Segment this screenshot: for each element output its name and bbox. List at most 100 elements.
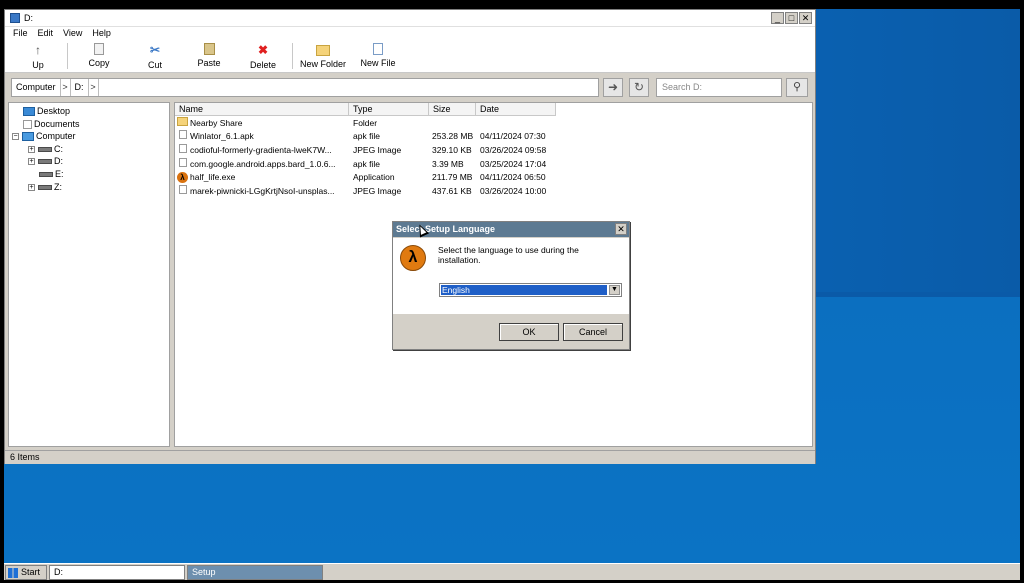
tree-label: E: bbox=[55, 169, 64, 179]
ok-button[interactable]: OK bbox=[499, 323, 559, 341]
taskbar-item-setup[interactable]: Setup bbox=[187, 565, 323, 580]
new-folder-button[interactable]: New Folder bbox=[295, 41, 351, 69]
tree-label: D: bbox=[54, 156, 63, 166]
desktop-icon bbox=[23, 107, 35, 117]
paste-button[interactable]: Paste bbox=[182, 41, 236, 68]
dialog-title: Select Setup Language bbox=[396, 224, 496, 234]
refresh-icon[interactable]: ↻ bbox=[629, 78, 649, 97]
toolbar: ↑ Up Copy ✂ Cut Paste ✖ Delete New Folde… bbox=[5, 41, 815, 73]
tree-item-d[interactable]: + D: bbox=[28, 155, 63, 167]
documents-icon bbox=[23, 120, 32, 130]
dialog-titlebar[interactable]: Select Setup Language ✕ bbox=[393, 222, 629, 237]
new-file-button[interactable]: New File bbox=[351, 41, 405, 68]
copy-label: Copy bbox=[88, 58, 110, 68]
search-input[interactable]: Search D: bbox=[656, 78, 782, 97]
file-date: 03/26/2024 10:00 bbox=[480, 186, 547, 196]
window-title: D: bbox=[24, 13, 33, 23]
drive-icon bbox=[10, 13, 20, 23]
file-type: JPEG Image bbox=[353, 186, 402, 196]
column-header-type[interactable]: Type bbox=[349, 103, 429, 116]
up-label: Up bbox=[32, 60, 44, 70]
file-row[interactable]: codioful-formerly-gradienta-lweK7W... JP… bbox=[175, 144, 813, 157]
close-button[interactable]: ✕ bbox=[799, 12, 812, 24]
file-row[interactable]: Nearby Share Folder bbox=[175, 117, 813, 130]
close-icon[interactable]: ✕ bbox=[615, 223, 627, 235]
tree-item-documents[interactable]: Documents bbox=[23, 118, 80, 130]
delete-label: Delete bbox=[249, 60, 276, 70]
cut-button[interactable]: ✂ Cut bbox=[128, 41, 182, 70]
file-name: marek-piwnicki-LGgKrtjNsoI-unsplas... bbox=[190, 186, 335, 196]
tree-item-z[interactable]: + Z: bbox=[28, 181, 62, 193]
file-type: Folder bbox=[353, 118, 378, 128]
cut-label: Cut bbox=[147, 60, 162, 70]
tree-item-e[interactable]: E: bbox=[39, 168, 64, 180]
up-button[interactable]: ↑ Up bbox=[11, 41, 65, 70]
scissors-icon: ✂ bbox=[149, 43, 161, 57]
expand-icon[interactable]: + bbox=[28, 158, 35, 166]
file-row[interactable]: marek-piwnicki-LGgKrtjNsoI-unsplas... JP… bbox=[175, 185, 813, 198]
delete-x-icon: ✖ bbox=[257, 43, 269, 57]
file-name: Nearby Share bbox=[190, 118, 243, 128]
menu-edit[interactable]: Edit bbox=[33, 27, 59, 41]
menu-file[interactable]: File bbox=[8, 27, 33, 41]
column-header-name[interactable]: Name bbox=[175, 103, 349, 116]
delete-button[interactable]: ✖ Delete bbox=[236, 41, 290, 70]
column-header-size[interactable]: Size bbox=[429, 103, 476, 116]
file-icon bbox=[179, 130, 187, 139]
drive-icon bbox=[38, 159, 52, 165]
column-header-date[interactable]: Date bbox=[476, 103, 556, 116]
taskbar: Start D: Setup bbox=[4, 563, 1020, 580]
language-select[interactable]: English ▼ bbox=[439, 283, 622, 297]
tree-item-computer[interactable]: − Computer bbox=[12, 130, 76, 142]
new-file-icon bbox=[373, 43, 383, 55]
chevron-right-icon[interactable]: > bbox=[89, 79, 99, 96]
start-button[interactable]: Start bbox=[5, 565, 47, 580]
breadcrumb-d[interactable]: D: bbox=[71, 79, 89, 96]
file-size: 329.10 KB bbox=[432, 145, 472, 155]
maximize-button[interactable]: □ bbox=[785, 12, 798, 24]
collapse-icon[interactable]: − bbox=[12, 133, 19, 141]
file-date: 04/11/2024 06:50 bbox=[480, 172, 546, 182]
file-date: 04/11/2024 07:30 bbox=[480, 131, 546, 141]
half-life-icon: λ bbox=[177, 172, 188, 183]
menu-view[interactable]: View bbox=[58, 27, 87, 41]
file-size: 437.61 KB bbox=[432, 186, 472, 196]
dialog-message: Select the language to use during the in… bbox=[438, 245, 579, 265]
search-icon[interactable]: ⚲ bbox=[786, 78, 808, 97]
chevron-right-icon[interactable]: > bbox=[61, 79, 71, 96]
status-bar: 6 Items bbox=[5, 450, 815, 464]
file-type: Application bbox=[353, 172, 395, 182]
menu-help[interactable]: Help bbox=[87, 27, 116, 41]
file-date: 03/25/2024 17:04 bbox=[480, 159, 547, 169]
taskbar-item-d[interactable]: D: bbox=[49, 565, 185, 580]
setup-language-dialog: Select Setup Language ✕ λ Select the lan… bbox=[392, 221, 630, 350]
half-life-logo-icon: λ bbox=[400, 245, 426, 271]
chevron-down-icon[interactable]: ▼ bbox=[609, 285, 620, 295]
tree-label: C: bbox=[54, 144, 63, 154]
file-type: apk file bbox=[353, 131, 380, 141]
expand-icon[interactable]: + bbox=[28, 184, 35, 192]
tree-item-c[interactable]: + C: bbox=[28, 143, 63, 155]
folder-tree: Desktop Documents − Computer + C: + D: E: +… bbox=[8, 102, 170, 447]
minimize-button[interactable]: _ bbox=[771, 12, 784, 24]
tree-label: Computer bbox=[36, 131, 76, 141]
file-row[interactable]: com.google.android.apps.bard_1.0.6... ap… bbox=[175, 158, 813, 171]
breadcrumb-computer[interactable]: Computer bbox=[12, 79, 61, 96]
expand-icon[interactable]: + bbox=[28, 146, 35, 154]
tree-item-desktop[interactable]: Desktop bbox=[23, 105, 70, 117]
tree-label: Documents bbox=[34, 119, 80, 129]
file-row[interactable]: λ half_life.exe Application 211.79 MB 04… bbox=[175, 171, 813, 184]
address-bar: Computer > D: > ➜ ↻ Search D: ⚲ bbox=[5, 73, 815, 101]
breadcrumb[interactable]: Computer > D: > bbox=[11, 78, 599, 97]
file-row[interactable]: Winlator_6.1.apk apk file 253.28 MB 04/1… bbox=[175, 130, 813, 143]
go-arrow-icon[interactable]: ➜ bbox=[603, 78, 623, 97]
start-label: Start bbox=[21, 567, 41, 577]
file-icon bbox=[179, 185, 187, 194]
cancel-button[interactable]: Cancel bbox=[563, 323, 623, 341]
copy-button[interactable]: Copy bbox=[70, 41, 128, 68]
window-titlebar[interactable]: D: _ □ ✕ bbox=[5, 10, 815, 27]
file-size: 211.79 MB bbox=[432, 172, 473, 182]
toolbar-separator bbox=[292, 43, 293, 69]
arrow-up-icon: ↑ bbox=[35, 43, 41, 57]
dialog-body: λ Select the language to use during the … bbox=[393, 238, 629, 314]
